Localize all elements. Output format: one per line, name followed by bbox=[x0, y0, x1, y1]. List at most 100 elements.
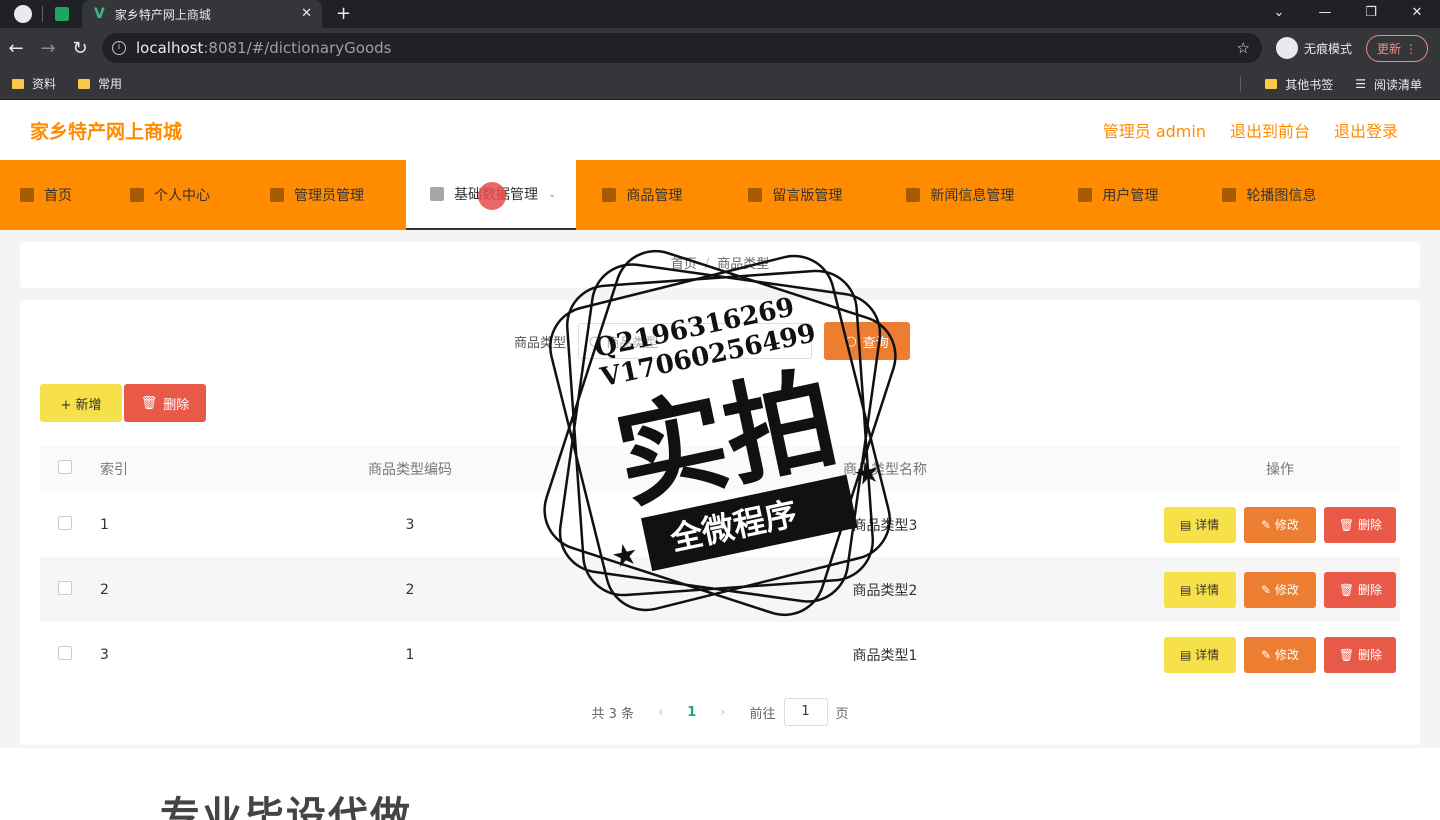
update-label: 更新 bbox=[1377, 41, 1402, 56]
prev-page-icon[interactable]: ‹ bbox=[658, 705, 663, 720]
bookmark-star-icon[interactable]: ☆ bbox=[1237, 39, 1250, 57]
reload-icon[interactable]: ↻ bbox=[64, 38, 96, 59]
table-row: 3 1 商品类型1 ▤ 详情 ✎ 修改 🗑 删除 bbox=[40, 622, 1400, 687]
cell-index: 2 bbox=[90, 557, 210, 622]
detail-label: 详情 bbox=[1195, 517, 1220, 532]
minimize-icon[interactable]: — bbox=[1302, 0, 1348, 26]
restore-icon[interactable]: ❐ bbox=[1348, 0, 1394, 26]
remove-button[interactable]: 🗑 删除 bbox=[1324, 506, 1397, 543]
bookmark-label: 其他书签 bbox=[1285, 77, 1334, 92]
back-to-front-link[interactable]: 退出到前台 bbox=[1230, 118, 1310, 142]
browser-globe-icon[interactable] bbox=[14, 5, 32, 23]
row-checkbox-cell bbox=[40, 622, 90, 687]
nav-label: 新闻信息管理 bbox=[930, 188, 1015, 204]
nav-item-profile[interactable]: 个人中心 bbox=[92, 160, 230, 230]
flag-icon bbox=[602, 188, 617, 202]
incognito-label: 无痕模式 bbox=[1304, 41, 1353, 56]
forward-icon[interactable]: → bbox=[32, 38, 64, 59]
window-close-icon[interactable]: ✕ bbox=[1394, 0, 1440, 26]
pager-current-page[interactable]: 1 bbox=[687, 705, 696, 720]
add-button[interactable]: + 新增 bbox=[40, 384, 122, 422]
row-checkbox[interactable] bbox=[58, 580, 72, 595]
remove-button[interactable]: 🗑 删除 bbox=[1324, 636, 1397, 673]
site-header: 家乡特产网上商城 管理员 admin 退出到前台 退出登录 bbox=[0, 100, 1440, 160]
bookmark-folder-1[interactable]: 资料 bbox=[12, 75, 56, 92]
new-tab-icon[interactable]: + bbox=[336, 3, 351, 24]
bookmark-divider bbox=[1240, 76, 1242, 92]
bookmarks-right: 其他书签 ☰ 阅读清单 bbox=[1240, 68, 1432, 100]
edit-button[interactable]: ✎ 修改 bbox=[1244, 571, 1316, 608]
click-indicator bbox=[478, 182, 506, 210]
detail-button[interactable]: ▤ 详情 bbox=[1163, 571, 1236, 608]
row-checkbox[interactable] bbox=[58, 515, 72, 530]
next-page-icon[interactable]: › bbox=[720, 705, 725, 720]
nav-item-messages[interactable]: 留言版管理 bbox=[702, 160, 862, 230]
nav-item-carousel[interactable]: 轮播图信息 bbox=[1178, 160, 1336, 230]
cell-index: 3 bbox=[100, 646, 109, 663]
col-header-index: 索引 bbox=[90, 446, 210, 492]
pager-goto-prefix: 前往 bbox=[749, 706, 776, 722]
star-icon: ★ bbox=[850, 454, 884, 494]
pager-goto-suffix: 页 bbox=[835, 706, 849, 722]
trash-icon: 🗑 bbox=[140, 395, 158, 411]
pager-total: 共 3 条 bbox=[591, 706, 635, 722]
tab-close-icon[interactable]: ✕ bbox=[301, 6, 312, 21]
detail-button[interactable]: ▤ 详情 bbox=[1163, 636, 1236, 673]
nav-item-goods[interactable]: 商品管理 bbox=[576, 160, 702, 230]
tab-search-icon[interactable]: ⌄ bbox=[1256, 0, 1302, 26]
logout-link[interactable]: 退出登录 bbox=[1334, 118, 1398, 142]
nav-item-home[interactable]: 首页 bbox=[0, 160, 92, 230]
remove-button[interactable]: 🗑 删除 bbox=[1324, 571, 1397, 608]
url-host: localhost bbox=[136, 39, 204, 57]
header-links: 管理员 admin 退出到前台 退出登录 bbox=[1103, 118, 1398, 142]
bookmark-label: 资料 bbox=[32, 77, 57, 91]
edit-button[interactable]: ✎ 修改 bbox=[1244, 636, 1316, 673]
nav-label: 留言版管理 bbox=[772, 188, 843, 204]
nav-item-admins[interactable]: 管理员管理 bbox=[230, 160, 384, 230]
update-button[interactable]: 更新 ⋮ bbox=[1366, 34, 1428, 62]
col-header-ops: 操作 bbox=[1160, 446, 1400, 492]
browser-tab-bar: V 家乡特产网上商城 ✕ + ⌄ — ❐ ✕ bbox=[0, 0, 1440, 28]
other-bookmarks[interactable]: 其他书签 bbox=[1265, 76, 1333, 93]
app-tab-icon[interactable] bbox=[55, 7, 69, 21]
pager-goto-input[interactable]: 1 bbox=[783, 698, 828, 726]
edit-label: 修改 bbox=[1274, 582, 1299, 597]
reading-list-icon: ☰ bbox=[1355, 77, 1366, 91]
bookmark-folder-2[interactable]: 常用 bbox=[78, 75, 122, 92]
main-nav: 首页 个人中心 管理员管理 基础数据管理⌄ 商品管理 留言版管理 新闻信息管理 … bbox=[0, 160, 1440, 230]
reading-list[interactable]: ☰ 阅读清单 bbox=[1355, 76, 1422, 93]
star-icon: ★ bbox=[608, 536, 642, 576]
grid-icon bbox=[1222, 188, 1237, 202]
site-info-icon[interactable]: i bbox=[112, 41, 126, 55]
admin-icon bbox=[270, 188, 284, 202]
nav-item-users[interactable]: 用户管理 bbox=[1034, 160, 1178, 230]
nav-label: 商品管理 bbox=[626, 188, 683, 204]
incognito-indicator[interactable]: 无痕模式 bbox=[1276, 37, 1352, 59]
cell-name: 商品类型1 bbox=[852, 647, 918, 664]
cell-ops: ▤ 详情 ✎ 修改 🗑 删除 bbox=[1160, 492, 1400, 557]
gear-icon bbox=[906, 188, 921, 202]
bulk-delete-button[interactable]: 🗑 删除 bbox=[124, 384, 206, 422]
row-checkbox-cell bbox=[40, 557, 90, 622]
cell-ops: ▤ 详情 ✎ 修改 🗑 删除 bbox=[1160, 622, 1400, 687]
tab-title: 家乡特产网上商城 bbox=[114, 7, 211, 22]
bookmark-label: 阅读清单 bbox=[1373, 77, 1422, 92]
cell-ops: ▤ 详情 ✎ 修改 🗑 删除 bbox=[1160, 557, 1400, 622]
detail-button[interactable]: ▤ 详情 bbox=[1163, 506, 1236, 543]
incognito-icon bbox=[1276, 37, 1298, 59]
nav-label: 个人中心 bbox=[154, 188, 210, 204]
browser-tab-active[interactable]: V 家乡特产网上商城 ✕ bbox=[82, 0, 322, 28]
add-button-label: + 新增 bbox=[60, 397, 102, 413]
select-all-checkbox[interactable] bbox=[58, 460, 72, 474]
pagination: 共 3 条 ‹ 1 › 前往 1 页 bbox=[20, 698, 1420, 726]
edit-button[interactable]: ✎ 修改 bbox=[1244, 506, 1316, 543]
url-path: :8081/#/dictionaryGoods bbox=[203, 39, 392, 57]
cell-code: 1 bbox=[405, 646, 415, 663]
chevron-down-icon: ⌄ bbox=[548, 188, 557, 200]
url-input[interactable]: i localhost:8081/#/dictionaryGoods ☆ bbox=[102, 33, 1262, 63]
back-icon[interactable]: ← bbox=[0, 38, 32, 59]
nav-item-news[interactable]: 新闻信息管理 bbox=[862, 160, 1034, 230]
row-checkbox[interactable] bbox=[58, 645, 72, 660]
edit-label: 修改 bbox=[1274, 647, 1299, 662]
select-all-cell bbox=[40, 446, 90, 492]
